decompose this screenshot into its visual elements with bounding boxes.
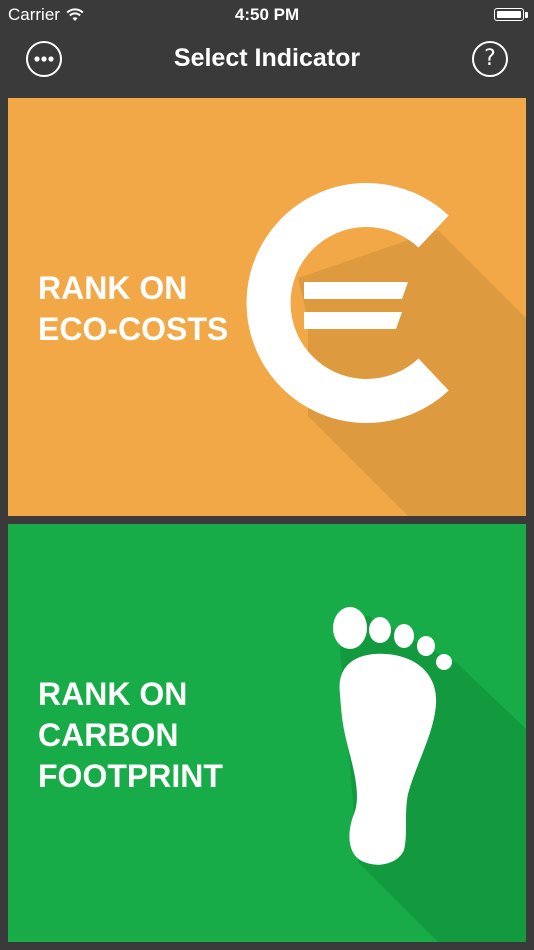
eco-costs-line-1: RANK ON bbox=[38, 270, 188, 306]
rank-carbon-footprint-card[interactable]: RANK ON CARBON FOOTPRINT bbox=[8, 524, 526, 942]
carbon-footprint-line-3: FOOTPRINT bbox=[38, 758, 223, 794]
battery-tip bbox=[525, 12, 528, 18]
page-title: Select Indicator bbox=[173, 44, 361, 72]
carbon-footprint-line-1: RANK ON bbox=[38, 676, 188, 712]
eco-costs-label: RANK ON ECO-COSTS bbox=[38, 268, 228, 350]
help-icon: ? bbox=[484, 46, 496, 71]
battery-icon bbox=[494, 8, 524, 21]
status-bar: Carrier 4:50 PM bbox=[0, 0, 534, 30]
screen: Carrier 4:50 PM Select Indicator ? RANK … bbox=[0, 0, 534, 950]
help-button[interactable]: ? bbox=[472, 41, 508, 77]
navigation-bar: Select Indicator ? bbox=[0, 30, 534, 90]
status-time: 4:50 PM bbox=[234, 5, 300, 24]
carbon-footprint-label: RANK ON CARBON FOOTPRINT bbox=[38, 674, 223, 797]
rank-eco-costs-card[interactable]: RANK ON ECO-COSTS bbox=[8, 98, 526, 516]
carbon-footprint-line-2: CARBON bbox=[38, 717, 179, 753]
eco-costs-line-2: ECO-COSTS bbox=[38, 311, 229, 347]
